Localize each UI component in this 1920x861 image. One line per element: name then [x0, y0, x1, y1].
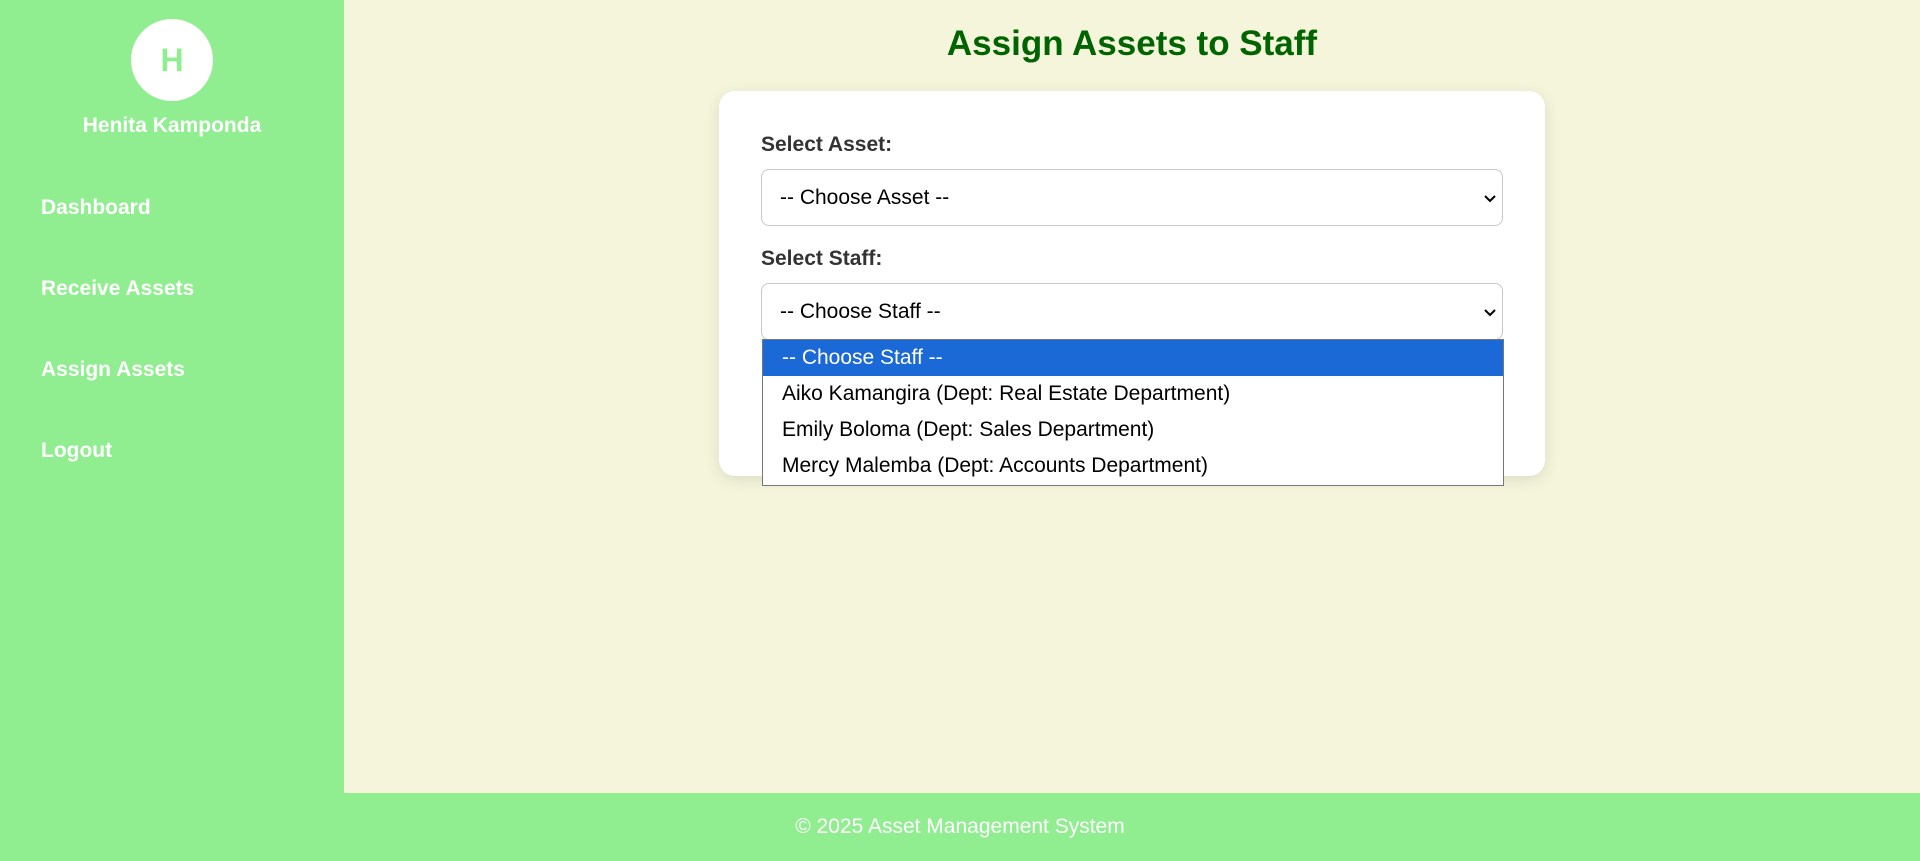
staff-select[interactable]: -- Choose Staff --: [761, 283, 1503, 340]
sidebar: H Henita Kamponda Dashboard Receive Asse…: [0, 0, 344, 793]
staff-option-placeholder[interactable]: -- Choose Staff --: [763, 340, 1503, 376]
avatar: H: [131, 19, 213, 101]
staff-option[interactable]: Aiko Kamangira (Dept: Real Estate Depart…: [763, 376, 1503, 412]
nav-receive-assets[interactable]: Receive Assets: [41, 277, 194, 301]
nav-logout[interactable]: Logout: [41, 439, 112, 463]
avatar-initial: H: [160, 41, 184, 78]
asset-label: Select Asset:: [761, 133, 893, 156]
chevron-down-icon: [1484, 194, 1496, 202]
nav-dashboard[interactable]: Dashboard: [41, 196, 151, 220]
staff-label: Select Staff:: [761, 247, 883, 270]
user-name: Henita Kamponda: [82, 114, 262, 137]
asset-select[interactable]: -- Choose Asset --: [761, 169, 1503, 226]
staff-dropdown-list: -- Choose Staff -- Aiko Kamangira (Dept:…: [762, 339, 1504, 486]
footer-copyright: © 2025 Asset Management System: [795, 815, 1125, 838]
nav-assign-assets[interactable]: Assign Assets: [41, 358, 185, 382]
staff-option[interactable]: Emily Boloma (Dept: Sales Department): [763, 412, 1503, 448]
footer: © 2025 Asset Management System: [0, 793, 1920, 861]
asset-select-value: -- Choose Asset --: [780, 185, 950, 209]
page-title: Assign Assets to Staff: [946, 24, 1318, 63]
chevron-down-icon: [1484, 308, 1496, 316]
staff-select-value: -- Choose Staff --: [780, 299, 941, 323]
staff-option[interactable]: Mercy Malemba (Dept: Accounts Department…: [763, 448, 1503, 484]
